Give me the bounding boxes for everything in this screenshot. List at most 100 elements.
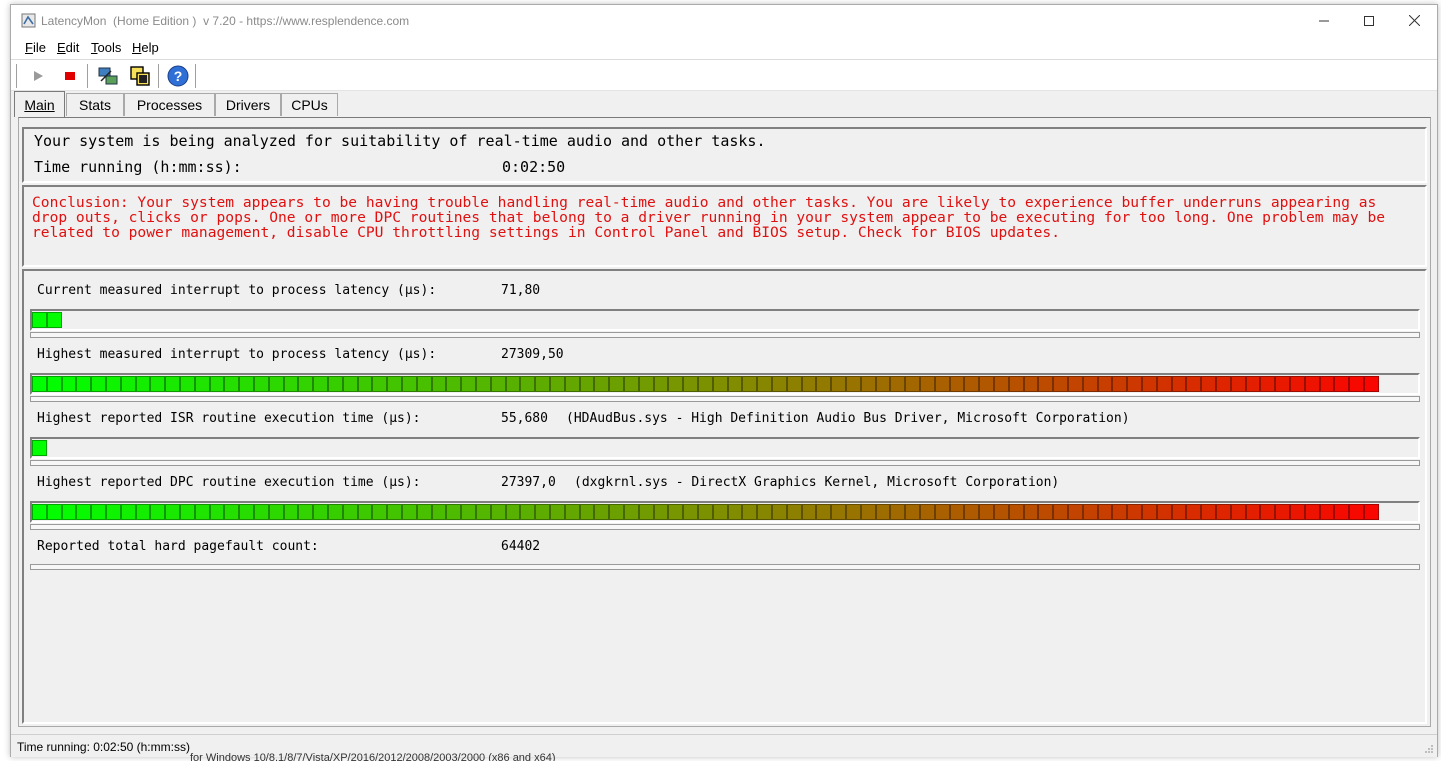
title-bar: LatencyMon (Home Edition ) v 7.20 - http… xyxy=(11,5,1437,36)
bar-segment xyxy=(846,376,861,392)
bar-segment xyxy=(106,376,121,392)
background-text: for Windows 10/8.1/8/7/Vista/XP/2016/201… xyxy=(190,752,556,761)
start-button[interactable] xyxy=(26,64,50,88)
bar-segment xyxy=(505,504,521,520)
tab-cpus-label: CPUs xyxy=(291,97,328,113)
bar-segment xyxy=(875,376,891,392)
bar-segment xyxy=(1171,376,1187,392)
bar-segment xyxy=(490,376,506,392)
bar-segment xyxy=(268,504,284,520)
bar-segment xyxy=(46,504,62,520)
bar-segment xyxy=(1186,504,1202,520)
bar-segment xyxy=(180,504,195,520)
bar-segment xyxy=(964,504,980,520)
bar-segment xyxy=(609,504,624,520)
bar-divider xyxy=(30,524,1420,530)
bar-segment xyxy=(372,376,388,392)
tab-processes[interactable]: Processes xyxy=(124,93,215,116)
tab-cpus[interactable]: CPUs xyxy=(281,93,338,116)
bar-segment xyxy=(712,376,728,392)
bar-segment xyxy=(1201,504,1216,520)
bar-segment xyxy=(550,376,565,392)
bar-segment xyxy=(1068,504,1083,520)
stop-button[interactable] xyxy=(58,64,82,88)
window-title: LatencyMon (Home Edition ) v 7.20 - http… xyxy=(41,14,410,28)
latency-bar xyxy=(30,437,1420,459)
close-button[interactable] xyxy=(1391,5,1437,36)
bar-segment xyxy=(683,376,698,392)
bar-segment xyxy=(1275,504,1290,520)
bar-segment xyxy=(476,376,491,392)
bar-segment xyxy=(520,504,536,520)
bar-segment xyxy=(653,504,669,520)
bar-segment xyxy=(1068,376,1083,392)
tab-main[interactable]: Main xyxy=(14,91,65,117)
maximize-button[interactable] xyxy=(1346,5,1392,36)
tab-stats[interactable]: Stats xyxy=(66,93,124,116)
minimize-button[interactable] xyxy=(1301,5,1347,36)
bar-segment xyxy=(120,504,136,520)
menu-file[interactable]: File xyxy=(25,40,46,55)
bar-segment xyxy=(550,504,565,520)
close-icon xyxy=(1408,15,1420,26)
metric-detail: (dxgkrnl.sys - DirectX Graphics Kernel, … xyxy=(574,475,1060,490)
bar-segment xyxy=(772,376,787,392)
bar-segment xyxy=(564,376,580,392)
conclusion-text: Conclusion: Your system appears to be ha… xyxy=(32,194,1386,241)
stop-icon xyxy=(65,72,75,80)
bar-segment xyxy=(979,376,994,392)
bar-segment xyxy=(579,504,595,520)
metric-value: 27397,0 xyxy=(501,475,556,490)
help-button[interactable]: ? xyxy=(166,64,190,88)
bar-segment xyxy=(1230,504,1246,520)
windows-button[interactable] xyxy=(128,64,152,88)
bar-segment xyxy=(905,376,920,392)
bar-segment xyxy=(61,504,77,520)
bar-segment xyxy=(920,376,935,392)
bar-segment xyxy=(1038,376,1054,392)
menu-help[interactable]: Help xyxy=(132,40,159,55)
bar-segment xyxy=(1053,504,1068,520)
bar-segment xyxy=(683,504,698,520)
app-icon xyxy=(21,13,36,28)
bar-segment xyxy=(446,376,462,392)
bar-segment xyxy=(860,504,876,520)
bar-segment xyxy=(801,376,817,392)
bar-segment xyxy=(698,504,713,520)
bar-segment xyxy=(624,376,639,392)
bar-segment xyxy=(135,504,151,520)
bar-segment xyxy=(1349,376,1364,392)
analyzing-text: Your system is being analyzed for suitab… xyxy=(34,132,766,150)
bar-segment xyxy=(1334,376,1350,392)
resize-grip-icon[interactable] xyxy=(1424,744,1434,754)
metric-label: Highest reported ISR routine execution t… xyxy=(37,411,421,426)
bar-segment xyxy=(328,504,343,520)
bar-segment xyxy=(1260,376,1276,392)
bar-segment xyxy=(1023,504,1039,520)
bar-segment xyxy=(1319,376,1335,392)
tab-main-label: Main xyxy=(24,96,55,113)
metric-detail: (HDAudBus.sys - High Definition Audio Bu… xyxy=(566,411,1130,426)
bar-segment xyxy=(1171,504,1187,520)
bar-segment xyxy=(609,376,624,392)
bar-segment xyxy=(742,504,758,520)
bar-segment xyxy=(476,504,491,520)
bar-segment xyxy=(624,504,639,520)
bar-segment xyxy=(668,504,684,520)
svg-text:?: ? xyxy=(174,68,183,84)
network-button[interactable] xyxy=(96,64,120,88)
tab-drivers[interactable]: Drivers xyxy=(215,93,281,116)
bar-segment xyxy=(209,504,225,520)
bar-segment xyxy=(535,376,550,392)
bar-segment xyxy=(32,440,47,456)
menu-tools[interactable]: Tools xyxy=(91,40,121,55)
menu-edit[interactable]: Edit xyxy=(57,40,79,55)
bar-segment xyxy=(1112,504,1128,520)
tab-drivers-label: Drivers xyxy=(225,97,271,113)
bar-segment xyxy=(1156,376,1172,392)
bar-segment xyxy=(1334,504,1350,520)
bar-segment xyxy=(416,376,432,392)
bar-segment xyxy=(1038,504,1054,520)
bar-segment xyxy=(846,504,861,520)
menu-bar: File Edit Tools Help xyxy=(11,36,1437,60)
